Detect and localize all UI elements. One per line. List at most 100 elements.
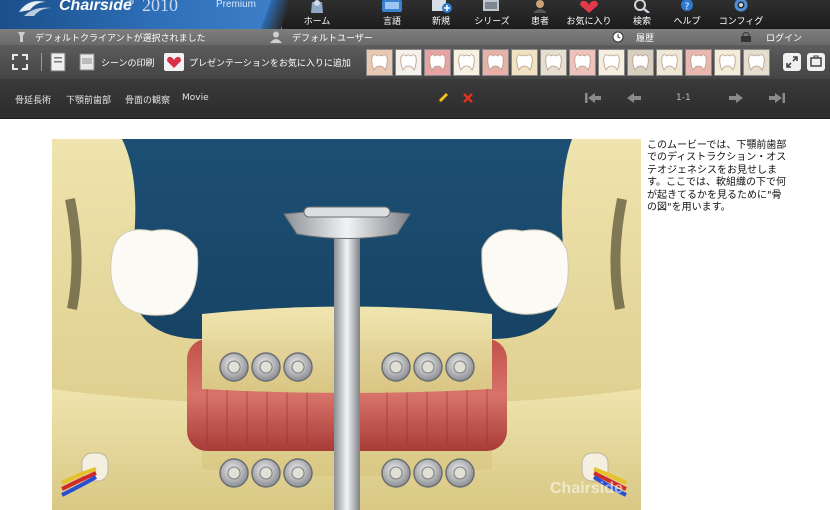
last-page-icon[interactable]: [768, 91, 786, 105]
clock-icon: [612, 31, 624, 43]
info-page-icon[interactable]: [50, 52, 66, 72]
add-favorite-button[interactable]: プレゼンテーションをお気に入りに追加: [164, 52, 364, 72]
client-status-text: デフォルトクライアントが選択されました: [35, 34, 206, 44]
chairside-watermark: Chairside: [550, 480, 623, 497]
expand-icon[interactable]: [782, 52, 802, 72]
tooth-thumbnail-icon: [603, 54, 620, 71]
nav-label: 患者: [530, 17, 549, 27]
patient-icon: [533, 0, 547, 13]
user-icon: [270, 31, 282, 43]
nav-label: ホーム: [303, 17, 331, 27]
tooth-thumbnail-icon: [487, 54, 504, 71]
nav-new-button[interactable]: 新規: [420, 0, 462, 29]
scene-thumbnail[interactable]: [714, 49, 741, 76]
logo-year: 2010: [142, 0, 178, 15]
language-icon: [382, 0, 402, 12]
tooth-thumbnail-icon: [748, 54, 765, 71]
tooth-thumbnail-icon: [429, 54, 446, 71]
nav-favorites-button[interactable]: お気に入り: [564, 0, 614, 29]
home-icon: [311, 0, 323, 13]
tooth-thumbnail-icon: [690, 54, 707, 71]
nav-label: 検索: [632, 17, 651, 27]
help-icon: ?: [681, 0, 693, 12]
playback-bar: 骨延長術 下顎前歯部 骨面の観察 Movie 1-1: [0, 79, 830, 119]
edition-label: Premium: [216, 0, 257, 10]
tooth-thumbnail-icon: [661, 54, 678, 71]
app-logo: Chairside ® 2010 Premium: [0, 0, 282, 29]
tooth-thumbnail-icon: [371, 54, 388, 71]
nav-label: コンフィグ: [718, 17, 764, 27]
distraction-osteogenesis-scene: [52, 139, 641, 510]
app-header: Chairside ® 2010 Premium ホーム 言語 新規 シリーズ …: [0, 0, 830, 29]
nav-label: 新規: [431, 17, 450, 27]
logo-registered-mark: ®: [128, 0, 135, 6]
history-button[interactable]: 履歴: [607, 30, 657, 44]
add-favorite-label: プレゼンテーションをお気に入りに追加: [189, 59, 351, 69]
printer-icon: [79, 53, 95, 71]
scene-thumbnail[interactable]: [395, 49, 422, 76]
nav-patient-button[interactable]: 患者: [522, 0, 558, 29]
new-icon: [432, 0, 452, 13]
logo-text: Chairside: [59, 0, 132, 14]
breadcrumb-view[interactable]: 骨面の観察: [125, 93, 170, 106]
nav-label: シリーズ: [474, 17, 510, 27]
scene-thumbnail[interactable]: [743, 49, 770, 76]
scene-thumbnail[interactable]: [482, 49, 509, 76]
scene-thumbnail[interactable]: [453, 49, 480, 76]
status-bar: デフォルトクライアントが選択されました デフォルトユーザー 履歴 ログイン: [0, 29, 830, 45]
print-scene-button[interactable]: シーンの印刷: [78, 52, 168, 72]
print-scene-label: シーンの印刷: [101, 59, 155, 69]
nav-label: お気に入り: [566, 17, 612, 27]
exit-fullscreen-icon[interactable]: [806, 52, 826, 72]
scene-description: このムービーでは、下顎前歯部でのディストラクション・オステオジェネシスをお見せし…: [647, 140, 787, 214]
first-page-icon[interactable]: [584, 91, 602, 105]
scene-thumbnail[interactable]: [424, 49, 451, 76]
nav-help-button[interactable]: ? ヘルプ: [666, 0, 708, 29]
nav-label: 言語: [382, 17, 401, 27]
lock-icon: [741, 32, 751, 42]
breadcrumb-region[interactable]: 下顎前歯部: [66, 93, 111, 106]
nav-language-button[interactable]: 言語: [371, 0, 413, 29]
fullscreen-grid-icon[interactable]: [10, 52, 30, 72]
nav-search-button[interactable]: 検索: [622, 0, 662, 29]
next-page-icon[interactable]: [728, 91, 744, 105]
scene-thumbnail[interactable]: [569, 49, 596, 76]
scene-thumbnail[interactable]: [685, 49, 712, 76]
scene-thumbnail[interactable]: [511, 49, 538, 76]
favorites-icon: [580, 0, 598, 13]
heart-icon: [164, 53, 184, 71]
svg-text:?: ?: [685, 2, 690, 12]
previous-page-icon[interactable]: [626, 91, 642, 105]
scene-thumbnail[interactable]: [656, 49, 683, 76]
scene-thumbnail[interactable]: [627, 49, 654, 76]
swirl-logo-icon: [19, 1, 52, 16]
scene-toolbar: シーンの印刷 プレゼンテーションをお気に入りに追加: [0, 45, 830, 79]
tooth-thumbnail-icon: [545, 54, 562, 71]
page-indicator: 1-1: [676, 93, 691, 103]
nav-home-button[interactable]: ホーム: [296, 0, 338, 29]
delete-x-icon[interactable]: [462, 91, 474, 105]
scene-thumbnail[interactable]: [540, 49, 567, 76]
tooth-thumbnail-icon: [632, 54, 649, 71]
tooth-thumbnail-icon: [719, 54, 736, 71]
movie-player[interactable]: Chairside: [52, 139, 641, 510]
history-label: 履歴: [636, 34, 655, 44]
client-icon: [18, 32, 25, 42]
tooth-thumbnail-icon: [574, 54, 591, 71]
login-label: ログイン: [766, 34, 803, 44]
config-icon: [734, 0, 748, 12]
search-icon: [634, 0, 650, 13]
tooth-thumbnail-icon: [400, 54, 417, 71]
breadcrumb-media-type[interactable]: Movie: [182, 93, 209, 103]
pencil-icon[interactable]: [436, 91, 450, 105]
tooth-thumbnail-icon: [516, 54, 533, 71]
breadcrumb-procedure[interactable]: 骨延長術: [15, 93, 51, 106]
nav-label: ヘルプ: [673, 17, 701, 27]
toolbar-divider: [41, 53, 42, 71]
user-status-text: デフォルトユーザー: [292, 34, 373, 44]
login-button[interactable]: ログイン: [736, 30, 806, 44]
scene-thumbnail[interactable]: [366, 49, 393, 76]
scene-thumbnail[interactable]: [598, 49, 625, 76]
nav-series-button[interactable]: シリーズ: [470, 0, 514, 29]
nav-config-button[interactable]: コンフィグ: [718, 0, 764, 29]
